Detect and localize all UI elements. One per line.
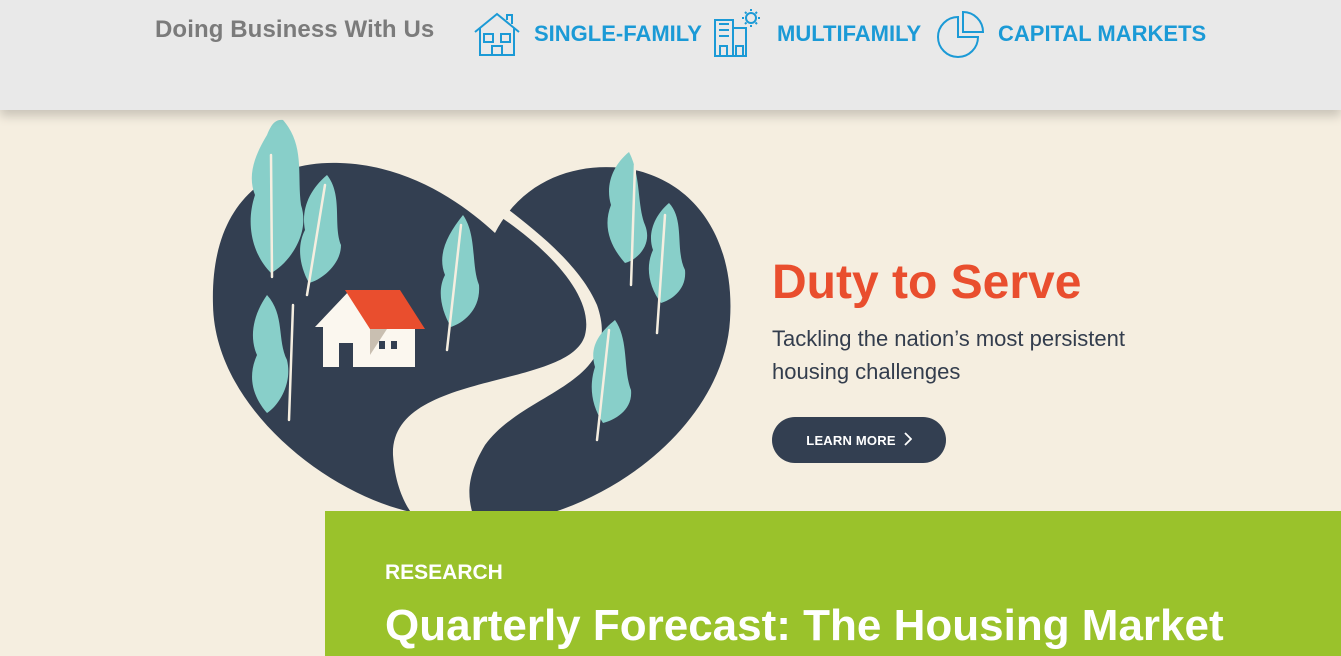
hero-subtitle: Tackling the nation’s most persistent ho… xyxy=(772,326,1125,384)
building-icon xyxy=(711,8,765,60)
learn-more-button[interactable]: LEARN MORE xyxy=(772,417,946,463)
doing-business-title: Doing Business With Us xyxy=(155,16,435,43)
nav-capital-markets-label: CAPITAL MARKETS xyxy=(998,21,1207,46)
learn-more-label: LEARN MORE xyxy=(806,432,896,448)
nav-single-family[interactable]: SINGLE-FAMILY xyxy=(472,8,702,60)
top-navigation-bar: Doing Business With Us SINGLE-FAMILY MUL… xyxy=(0,0,1341,110)
nav-multifamily-label: MULTIFAMILY xyxy=(777,21,922,46)
card-category: RESEARCH xyxy=(385,561,503,584)
chevron-right-icon xyxy=(904,431,912,449)
nav-multifamily[interactable]: MULTIFAMILY xyxy=(711,8,921,60)
pie-chart-icon xyxy=(936,9,986,59)
hero-title: Duty to Serve xyxy=(772,256,1082,309)
nav-single-family-label: SINGLE-FAMILY xyxy=(534,21,702,46)
research-feature-card[interactable]: RESEARCH Quarterly Forecast: The Housing… xyxy=(325,511,1341,656)
heart-landscape-illustration xyxy=(205,115,745,520)
house-icon xyxy=(472,10,522,58)
card-title[interactable]: Quarterly Forecast: The Housing Market xyxy=(385,601,1224,651)
nav-capital-markets[interactable]: CAPITAL MARKETS xyxy=(936,8,1206,60)
